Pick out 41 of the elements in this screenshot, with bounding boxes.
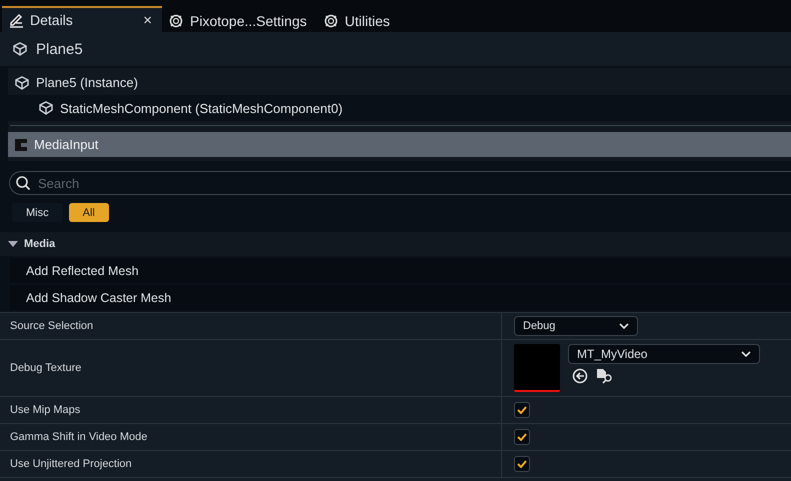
close-button[interactable]: × <box>143 12 152 28</box>
checkbox[interactable] <box>514 402 530 418</box>
actor-title: Plane5 <box>36 40 83 58</box>
property-label: Use Unjittered Projection <box>10 458 132 470</box>
class-icon <box>14 138 28 152</box>
tab[interactable]: Utilities <box>316 8 400 32</box>
action-item[interactable]: Add Shadow Caster Mesh <box>10 285 791 310</box>
component-item[interactable]: Plane5 (Instance) <box>8 70 791 95</box>
browse-icon[interactable] <box>596 368 614 384</box>
property-label: Gamma Shift in Video Mode <box>10 431 148 443</box>
component-item[interactable]: MediaInput <box>8 132 791 157</box>
check-icon <box>517 406 527 414</box>
texture-thumbnail <box>514 344 560 392</box>
check-icon <box>517 433 527 441</box>
cube-icon <box>14 74 30 90</box>
cube-icon <box>38 100 54 116</box>
property-label: Debug Texture <box>10 362 82 374</box>
property-label: Source Selection <box>10 320 94 332</box>
chevron-icon <box>741 351 751 357</box>
property-label: Use Mip Maps <box>10 404 80 416</box>
checkbox[interactable] <box>514 456 530 472</box>
tab[interactable]: Pixotope...Settings <box>162 8 317 32</box>
filter-button[interactable]: Misc <box>12 203 63 222</box>
pencil-icon <box>8 12 24 28</box>
search-icon <box>15 175 31 191</box>
cube-icon <box>12 41 28 57</box>
section-header[interactable]: Media <box>0 232 791 256</box>
use-selected-icon[interactable] <box>572 368 588 384</box>
tab[interactable]: Details × <box>2 6 162 32</box>
search-field[interactable]: Search <box>9 171 791 195</box>
expand-arrow-icon <box>8 240 18 248</box>
plugin-icon <box>168 13 184 29</box>
chevron-icon <box>619 323 629 329</box>
asset-dropdown[interactable]: MT_MyVideo <box>568 344 760 364</box>
action-item[interactable]: Add Reflected Mesh <box>10 258 791 283</box>
check-icon <box>517 460 527 468</box>
checkbox[interactable] <box>514 429 530 445</box>
source-dropdown[interactable]: Debug <box>514 316 638 336</box>
plugin-icon <box>322 13 339 29</box>
filter-button[interactable]: All <box>68 203 109 222</box>
component-item[interactable]: StaticMeshComponent (StaticMeshComponent0) <box>8 95 791 121</box>
